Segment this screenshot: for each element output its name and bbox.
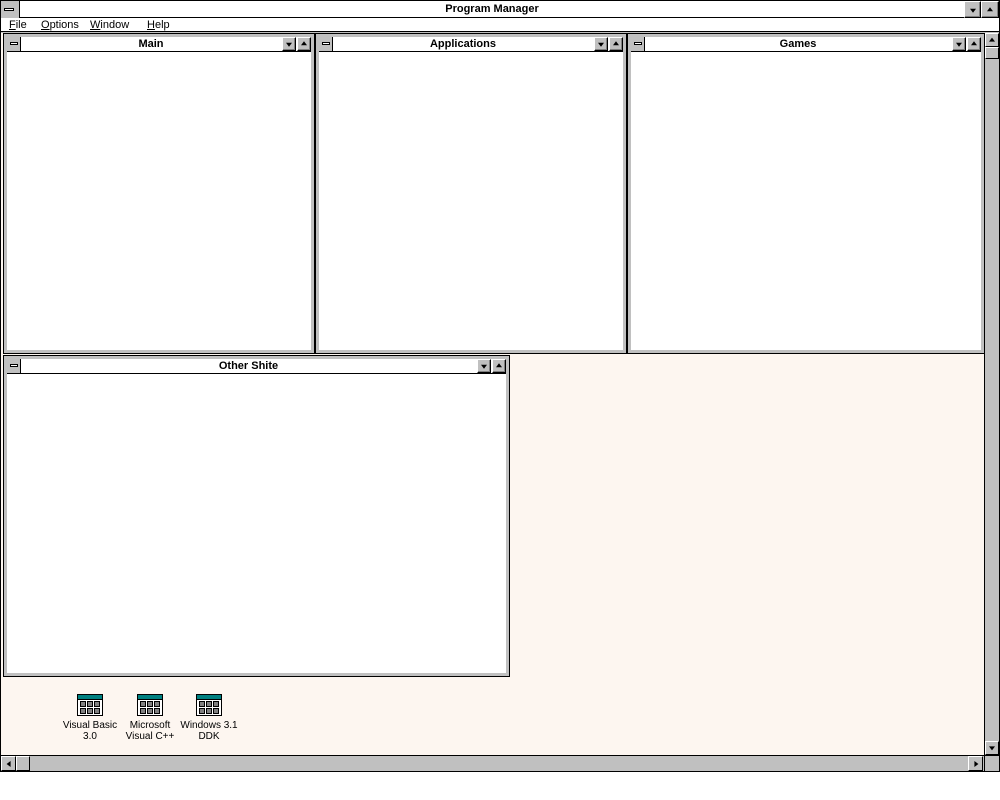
system-menu-icon[interactable] <box>1 1 20 18</box>
group-content-area[interactable] <box>7 52 311 350</box>
group-maximize-button[interactable] <box>492 359 506 373</box>
group-icon-label: Visual Basic 3.0 <box>62 720 118 742</box>
arrow-down-icon <box>989 746 995 751</box>
scroll-right-button[interactable] <box>968 756 983 771</box>
group-system-menu-icon[interactable] <box>7 37 21 51</box>
group-title-bar[interactable]: Applications <box>319 37 623 52</box>
vertical-scroll-thumb[interactable] <box>985 47 999 59</box>
group-window-games[interactable]: Games <box>627 33 985 354</box>
title-bar[interactable]: Program Manager <box>1 1 999 18</box>
group-minimize-button[interactable] <box>477 359 491 373</box>
arrow-right-icon <box>973 760 978 767</box>
program-group-icon <box>77 694 103 716</box>
arrow-up-icon <box>989 37 995 42</box>
vertical-scrollbar[interactable] <box>984 33 999 755</box>
menu-help[interactable]: Help <box>147 18 170 32</box>
group-title: Applications <box>429 38 496 50</box>
menu-file[interactable]: File <box>9 18 27 32</box>
group-system-menu-icon[interactable] <box>631 37 645 51</box>
group-window-applications[interactable]: Applications <box>315 33 627 354</box>
scroll-down-button[interactable] <box>985 741 999 755</box>
scroll-left-button[interactable] <box>1 756 16 771</box>
group-content-area[interactable] <box>631 52 981 350</box>
group-title: Games <box>779 38 817 50</box>
scroll-up-button[interactable] <box>985 33 999 47</box>
group-window-other-shite[interactable]: Other Shite <box>3 355 510 677</box>
group-title: Other Shite <box>218 360 279 372</box>
minimized-group-windows-ddk[interactable]: Windows 3.1 DDK <box>177 694 241 742</box>
group-title-bar[interactable]: Games <box>631 37 981 52</box>
menu-window[interactable]: Window <box>90 18 129 32</box>
menu-bar: File Options Window Help <box>1 18 999 32</box>
arrow-left-icon <box>6 760 11 767</box>
group-window-main[interactable]: Main <box>3 33 315 354</box>
group-title-bar[interactable]: Other Shite <box>7 359 506 374</box>
group-icon-label: Microsoft Visual C++ <box>125 720 175 742</box>
group-title-bar[interactable]: Main <box>7 37 311 52</box>
horizontal-scroll-thumb[interactable] <box>16 756 30 771</box>
minimized-group-visual-basic[interactable]: Visual Basic 3.0 <box>58 694 122 742</box>
menu-options[interactable]: Options <box>41 18 79 32</box>
group-minimize-button[interactable] <box>594 37 608 51</box>
group-minimize-button[interactable] <box>952 37 966 51</box>
group-content-area[interactable] <box>7 374 506 673</box>
group-maximize-button[interactable] <box>609 37 623 51</box>
minimize-button[interactable] <box>964 1 981 18</box>
maximize-button[interactable] <box>981 1 999 18</box>
horizontal-scrollbar[interactable] <box>1 755 984 771</box>
group-maximize-button[interactable] <box>967 37 981 51</box>
minimized-group-visual-cpp[interactable]: Microsoft Visual C++ <box>118 694 182 742</box>
program-group-icon <box>196 694 222 716</box>
group-maximize-button[interactable] <box>297 37 311 51</box>
group-icon-label: Windows 3.1 DDK <box>180 720 238 742</box>
group-minimize-button[interactable] <box>282 37 296 51</box>
window-title: Program Manager <box>445 3 539 15</box>
group-title: Main <box>138 38 164 50</box>
program-group-icon <box>137 694 163 716</box>
group-system-menu-icon[interactable] <box>319 37 333 51</box>
scrollbar-corner <box>984 755 999 771</box>
group-system-menu-icon[interactable] <box>7 359 21 373</box>
group-content-area[interactable] <box>319 52 623 350</box>
